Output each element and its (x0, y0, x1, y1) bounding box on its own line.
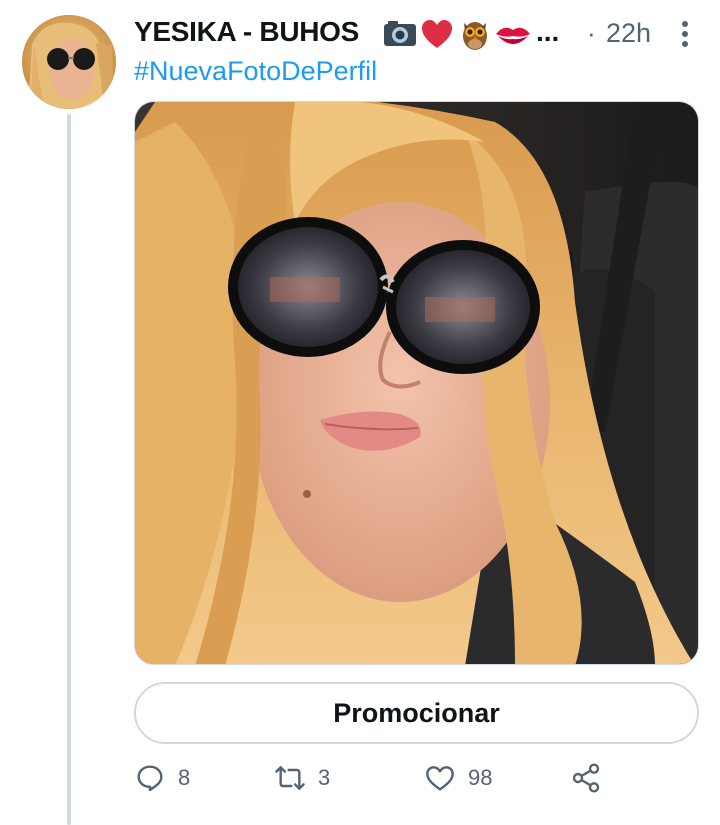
heart-icon (426, 766, 454, 791)
share-icon (572, 763, 600, 793)
like-count: 98 (468, 765, 493, 790)
separator-dot: · (587, 18, 596, 48)
display-name[interactable]: YESIKA - BUHOS (134, 16, 359, 48)
more-options-icon[interactable] (675, 16, 695, 52)
promote-button[interactable]: Promocionar (134, 682, 699, 744)
name-truncation: ... (536, 16, 560, 47)
reply-icon (137, 765, 163, 792)
photo-selfie (135, 102, 698, 664)
reply-count: 8 (178, 765, 191, 790)
timestamp[interactable]: 22h (606, 18, 651, 49)
share-button[interactable] (570, 758, 602, 798)
retweet-count: 3 (318, 765, 331, 790)
name-emoji-strip (382, 16, 534, 52)
tweet-photo[interactable] (134, 101, 699, 665)
promote-button-label: Promocionar (333, 697, 500, 728)
avatar[interactable] (22, 15, 116, 109)
tweet-header: YESIKA - BUHOS ... · 22h (134, 14, 714, 54)
retweet-icon (275, 766, 305, 790)
kiss-mark-icon (496, 27, 530, 44)
retweet-button[interactable]: 3 (274, 758, 330, 798)
like-button[interactable]: 98 (424, 758, 492, 798)
avatar-photo (22, 15, 116, 109)
thread-line (67, 114, 71, 825)
hashtag-link[interactable]: #NuevaFotoDePerfil (134, 56, 377, 87)
reply-button[interactable]: 8 (134, 758, 190, 798)
tweet-actions: 8 3 98 (134, 758, 699, 798)
red-heart-icon (422, 20, 452, 48)
camera-icon (384, 21, 416, 46)
owl-icon (463, 22, 487, 50)
